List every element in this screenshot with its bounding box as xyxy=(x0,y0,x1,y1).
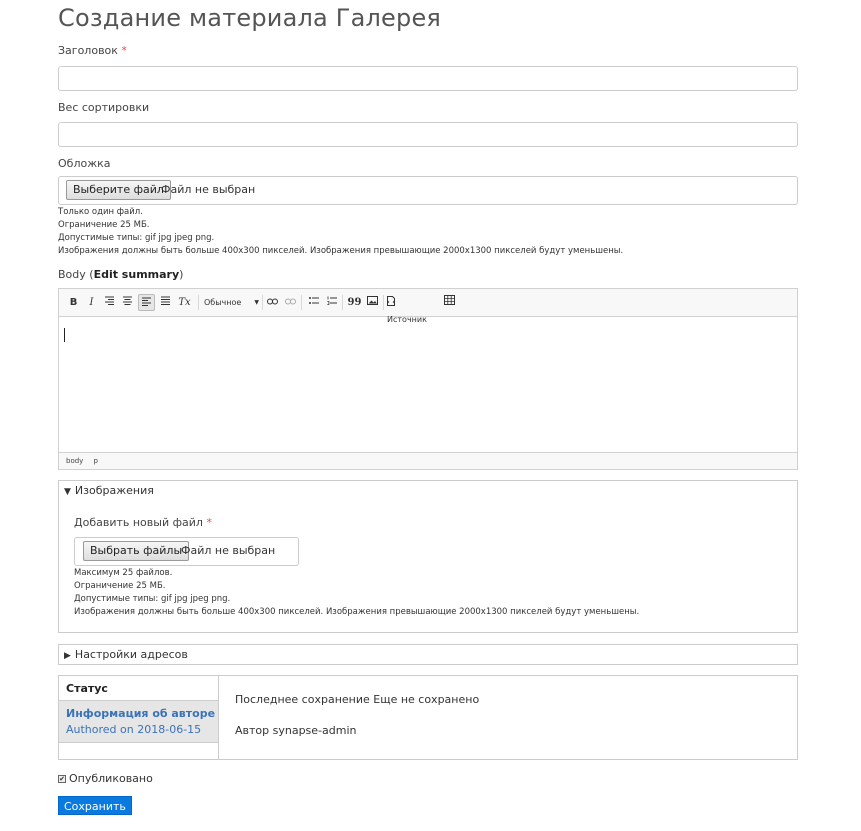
align-right-icon xyxy=(105,296,114,305)
rich-text-editor: B I Tx Обычное ▼ 99 Источник body p xyxy=(58,288,798,470)
align-right-button[interactable] xyxy=(101,294,118,311)
body-label-close: ) xyxy=(179,268,184,281)
author-text: Автор synapse-admin xyxy=(235,724,357,737)
link-icon xyxy=(267,298,278,305)
bold-button[interactable]: B xyxy=(65,294,82,311)
title-label: Заголовок * xyxy=(58,44,127,57)
link-button[interactable] xyxy=(264,294,281,311)
image-icon xyxy=(367,296,378,305)
url-settings-fieldset: ▶ Настройки адресов xyxy=(58,644,798,665)
save-button[interactable]: Сохранить xyxy=(58,796,132,815)
toolbar-separator xyxy=(301,295,302,310)
add-file-label-text: Добавить новый файл xyxy=(74,516,203,529)
published-checkbox[interactable]: ✔ xyxy=(58,775,66,783)
images-hint-dimensions: Изображения должны быть больше 400x300 п… xyxy=(74,607,640,617)
numbered-list-button[interactable] xyxy=(323,294,340,311)
images-file-field: Выбрать файлы Файл не выбран xyxy=(74,537,299,566)
format-dropdown[interactable]: Обычное ▼ xyxy=(204,294,259,311)
text-caret xyxy=(64,328,65,342)
toolbar-separator xyxy=(262,295,263,310)
remove-format-button[interactable]: Tx xyxy=(176,294,193,311)
url-settings-label: Настройки адресов xyxy=(74,648,188,661)
align-left-icon xyxy=(142,297,151,306)
cover-file-field: Выберите файл Файл не выбран xyxy=(58,176,798,205)
cover-choose-file-button[interactable]: Выберите файл xyxy=(66,180,171,200)
tab-status[interactable]: Статус xyxy=(59,676,218,701)
align-justify-button[interactable] xyxy=(157,294,174,311)
bulleted-list-button[interactable] xyxy=(305,294,322,311)
images-summary-label: Изображения xyxy=(74,484,154,497)
tab-author-summary: Authored on 2018-06-15 xyxy=(66,723,202,736)
edit-summary-link[interactable]: Edit summary xyxy=(94,268,180,281)
insert-image-button[interactable] xyxy=(364,294,381,311)
editor-element-path: body p xyxy=(59,452,797,469)
title-label-text: Заголовок xyxy=(58,44,118,57)
published-label: Опубликовано xyxy=(69,772,153,785)
choose-files-button[interactable]: Выбрать файлы xyxy=(83,541,190,561)
weight-label: Вес сортировки xyxy=(58,101,150,114)
format-dropdown-value: Обычное xyxy=(204,298,242,307)
cover-label: Обложка xyxy=(58,157,111,170)
editor-content-area[interactable] xyxy=(59,317,797,452)
required-marker: * xyxy=(206,516,212,529)
toolbar-separator xyxy=(342,295,343,310)
align-center-icon xyxy=(123,296,132,305)
editor-toolbar: B I Tx Обычное ▼ 99 Источник xyxy=(59,289,797,324)
body-label-text: Body ( xyxy=(58,268,94,281)
body-label: Body (Edit summary) xyxy=(58,268,183,281)
weight-input[interactable] xyxy=(58,122,798,147)
cover-hint-dimensions: Изображения должны быть больше 400x300 п… xyxy=(58,246,624,256)
required-marker: * xyxy=(121,44,127,57)
source-icon xyxy=(387,296,395,306)
toolbar-separator xyxy=(198,295,199,310)
align-justify-icon xyxy=(161,296,170,305)
cover-hint-types: Допустимые типы: gif jpg jpeg png. xyxy=(58,233,215,243)
last-saved-text: Последнее сохранение Еще не сохранено xyxy=(235,693,480,706)
blockquote-button[interactable]: 99 xyxy=(346,294,363,311)
italic-button[interactable]: I xyxy=(83,294,100,311)
path-item-p[interactable]: p xyxy=(94,457,98,465)
published-checkbox-row: ✔ Опубликовано xyxy=(58,772,153,785)
align-center-button[interactable] xyxy=(119,294,136,311)
page-title: Создание материала Галерея xyxy=(58,4,442,32)
vertical-tabs-menu: Статус Информация об авторе Authored on … xyxy=(59,676,219,759)
images-file-status: Файл не выбран xyxy=(181,544,276,557)
images-fieldset: ▼ Изображения Добавить новый файл * Выбра… xyxy=(58,480,798,633)
tab-author-title: Информация об авторе xyxy=(66,707,216,720)
align-left-button[interactable] xyxy=(138,294,155,311)
source-button[interactable]: Источник xyxy=(387,294,437,324)
collapsed-triangle-icon: ▶ xyxy=(64,651,71,661)
cover-hint-count: Только один файл. xyxy=(58,207,143,217)
toolbar-separator xyxy=(383,295,384,310)
url-settings-summary[interactable]: ▶ Настройки адресов xyxy=(64,648,188,661)
numbered-list-icon xyxy=(326,296,337,305)
bulleted-list-icon xyxy=(308,297,319,304)
tab-author-information[interactable]: Информация об авторе Authored on 2018-06… xyxy=(59,701,218,743)
vertical-tabs: Статус Информация об авторе Authored on … xyxy=(58,675,798,760)
add-file-label: Добавить новый файл * xyxy=(74,516,212,529)
cover-hint-size: Ограничение 25 МБ. xyxy=(58,220,150,230)
cover-file-status: Файл не выбран xyxy=(161,183,256,196)
table-button[interactable] xyxy=(441,294,458,311)
chevron-down-icon: ▼ xyxy=(254,299,259,306)
cover-description: Только один файл. Ограничение 25 МБ. Доп… xyxy=(58,206,623,258)
images-description: Максимум 25 файлов. Ограничение 25 МБ. Д… xyxy=(74,567,639,619)
images-hint-types: Допустимые типы: gif jpg jpeg png. xyxy=(74,594,231,604)
unlink-icon xyxy=(285,298,296,305)
images-summary[interactable]: ▼ Изображения xyxy=(64,484,154,497)
images-hint-count: Максимум 25 файлов. xyxy=(74,568,173,578)
expanded-triangle-icon: ▼ xyxy=(64,487,71,497)
images-hint-size: Ограничение 25 МБ. xyxy=(74,581,166,591)
title-input[interactable] xyxy=(58,66,798,91)
unlink-button[interactable] xyxy=(282,294,299,311)
path-item-body[interactable]: body xyxy=(66,457,83,465)
table-icon xyxy=(444,295,455,305)
